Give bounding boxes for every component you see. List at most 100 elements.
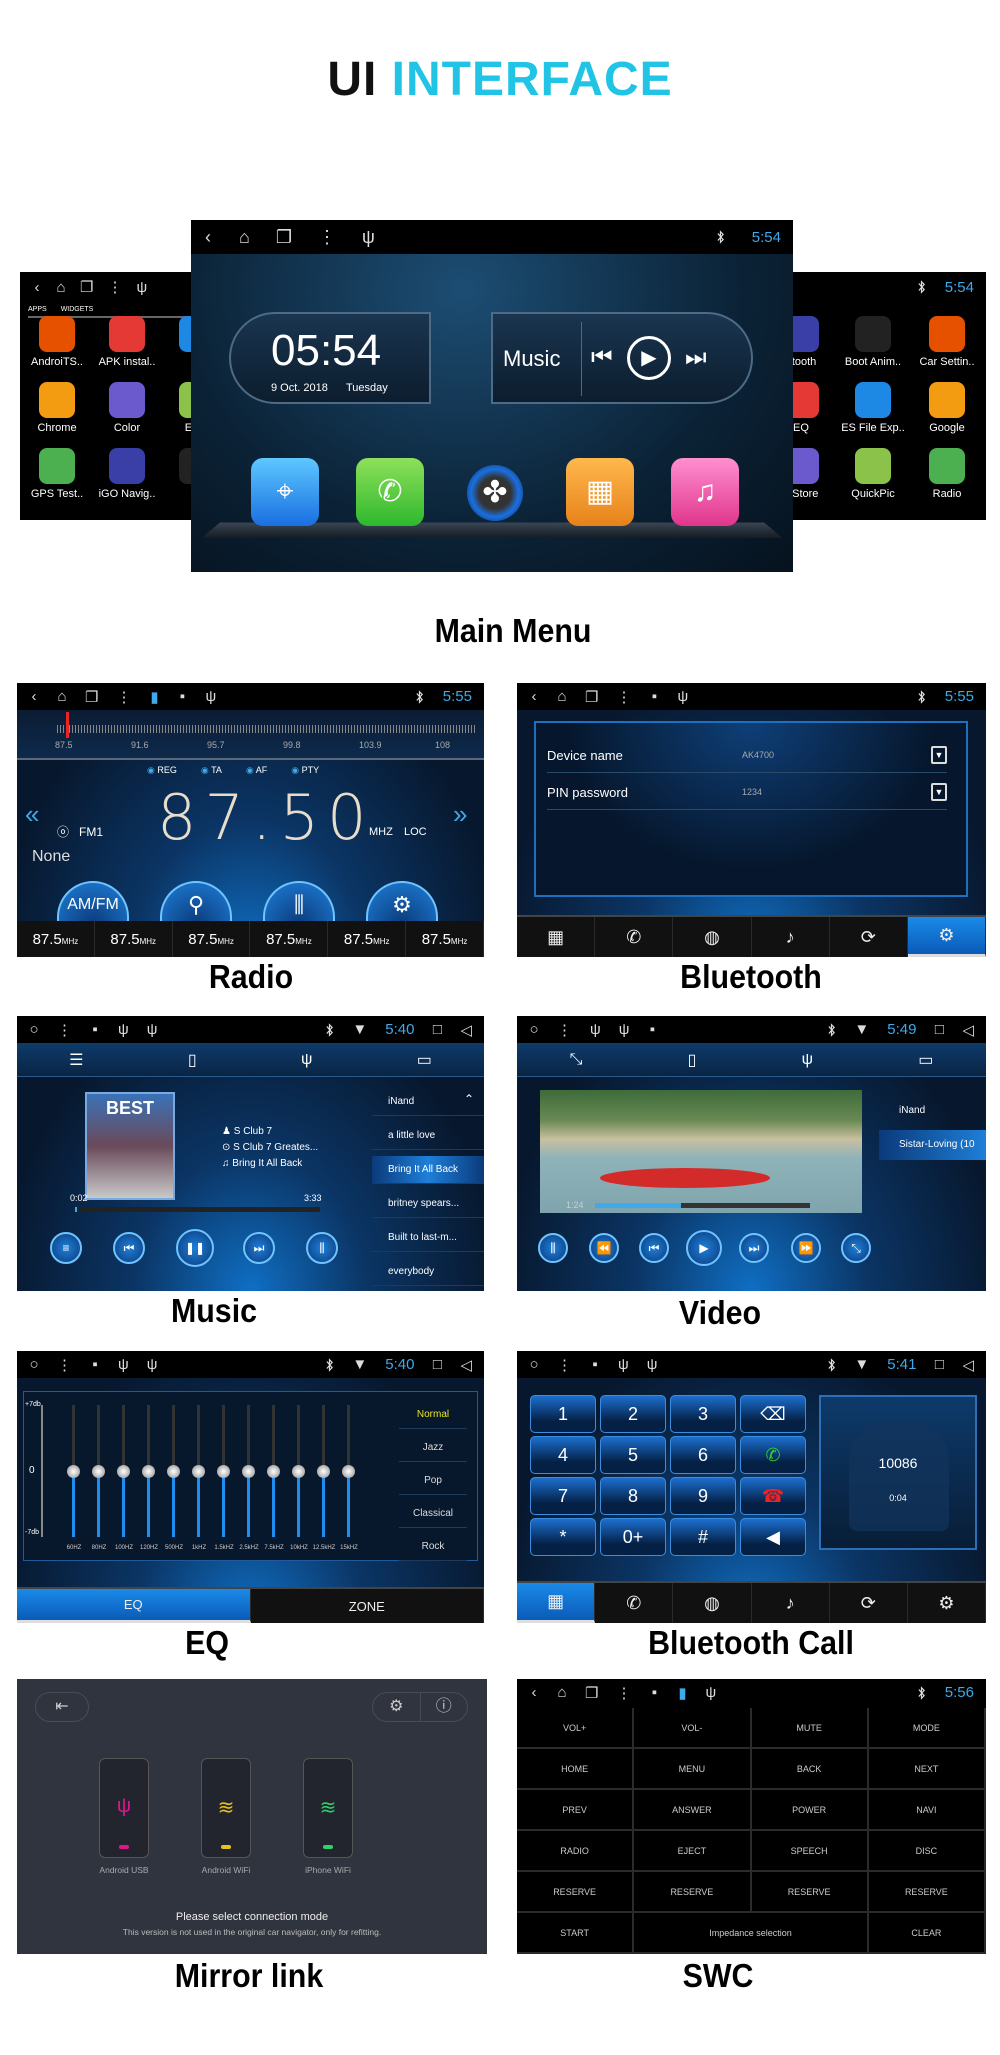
eq-slider-knob[interactable] bbox=[267, 1465, 280, 1478]
back-icon[interactable]: ‹ bbox=[203, 227, 213, 248]
seek-forward-icon[interactable]: » bbox=[453, 799, 467, 830]
music-widget[interactable]: Music ⏮ ▶ ⏭ bbox=[491, 312, 753, 404]
seek-back-icon[interactable]: « bbox=[25, 799, 39, 830]
home-icon[interactable]: ⌂ bbox=[557, 688, 567, 705]
video-progress[interactable] bbox=[595, 1203, 810, 1208]
tab-contacts[interactable]: ◍ bbox=[673, 917, 752, 957]
radio-button-icon[interactable]: ◉ bbox=[291, 765, 301, 775]
tab-contacts[interactable]: ◍ bbox=[673, 1583, 752, 1623]
preset-button[interactable]: 87.5 MHz bbox=[406, 921, 484, 957]
menu-icon[interactable]: ⋮ bbox=[107, 278, 122, 296]
collapse-icon[interactable]: ⌃ bbox=[464, 1092, 474, 1106]
swc-key-vol[interactable]: VOL+ bbox=[517, 1708, 635, 1749]
playlist-item[interactable]: iNand bbox=[879, 1096, 986, 1126]
previous-button[interactable]: ⏮ bbox=[113, 1232, 145, 1264]
swc-key-vol[interactable]: VOL- bbox=[634, 1708, 752, 1749]
menu-icon[interactable]: ⋮ bbox=[616, 688, 631, 706]
sd-card-icon[interactable]: ▪ bbox=[90, 1356, 100, 1373]
app-icon-item[interactable]: etooth bbox=[786, 316, 836, 368]
usb-icon[interactable]: ψ bbox=[802, 1051, 813, 1069]
eq-slider-knob[interactable] bbox=[217, 1465, 230, 1478]
settings-icon[interactable]: ⚙ bbox=[366, 881, 438, 925]
option-pty[interactable]: ◉ PTY bbox=[291, 765, 319, 776]
call-key[interactable]: ✆ bbox=[740, 1436, 806, 1474]
eq-preset-rock[interactable]: Rock bbox=[399, 1533, 467, 1561]
menu-icon[interactable]: ⋮ bbox=[116, 688, 131, 706]
home-icon[interactable]: ⌂ bbox=[56, 279, 66, 296]
monitor-icon[interactable]: ▭ bbox=[918, 1050, 933, 1070]
usb-icon[interactable]: ψ bbox=[705, 1684, 716, 1701]
menu-icon[interactable]: ⋮ bbox=[557, 1356, 572, 1374]
radio-app-icon[interactable]: ▦ bbox=[566, 458, 634, 526]
key-0+[interactable]: 0+ bbox=[600, 1518, 666, 1556]
home-icon[interactable]: ⌂ bbox=[57, 688, 67, 705]
back-icon[interactable]: ◁ bbox=[962, 1356, 974, 1374]
tab-widgets[interactable]: WIDGETS bbox=[61, 306, 94, 313]
recents-icon[interactable]: □ bbox=[934, 1021, 944, 1038]
app-icon-item[interactable]: APK instal.. bbox=[92, 316, 162, 368]
circle-icon[interactable]: ○ bbox=[529, 1356, 539, 1373]
progress-bar[interactable] bbox=[75, 1207, 320, 1212]
preset-button[interactable]: 87.5 MHz bbox=[95, 921, 173, 957]
frequency-scale[interactable]: 87.5 91.6 95.7 99.8 103.9 108 bbox=[17, 710, 484, 760]
eq-slider-knob[interactable] bbox=[142, 1465, 155, 1478]
back-icon[interactable]: ◁ bbox=[460, 1021, 472, 1039]
monitor-icon[interactable]: ▭ bbox=[417, 1050, 432, 1070]
preset-button[interactable]: 87.5 MHz bbox=[250, 921, 329, 957]
swc-key-reserve[interactable]: RESERVE bbox=[868, 1872, 986, 1913]
tab-settings[interactable]: ⚙ bbox=[907, 917, 986, 957]
equalizer-button[interactable]: ⫼ bbox=[538, 1233, 568, 1263]
sd-card-icon[interactable]: ▪ bbox=[647, 1021, 657, 1038]
radio-button-icon[interactable]: ◉ bbox=[246, 765, 256, 775]
sd-card-icon[interactable]: ▪ bbox=[590, 1356, 600, 1373]
back-icon[interactable]: ◁ bbox=[962, 1021, 974, 1039]
tab-dialpad[interactable]: ▦ bbox=[517, 1583, 596, 1623]
eq-slider-knob[interactable] bbox=[167, 1465, 180, 1478]
tab-music[interactable]: ♪ bbox=[752, 917, 830, 957]
usb-icon[interactable]: ψ bbox=[362, 227, 375, 248]
swc-key-menu[interactable]: MENU bbox=[634, 1749, 752, 1790]
eq-preset-classical[interactable]: Classical bbox=[399, 1500, 467, 1528]
usb-icon[interactable]: ψ bbox=[136, 279, 147, 296]
swc-key-clear[interactable]: CLEAR bbox=[868, 1913, 986, 1954]
recents-icon[interactable]: □ bbox=[432, 1021, 442, 1038]
key-#[interactable]: # bbox=[670, 1518, 736, 1556]
recents-icon[interactable]: ❐ bbox=[585, 688, 598, 706]
option-ta[interactable]: ◉ TA bbox=[201, 765, 222, 776]
sd-card-icon[interactable]: ▪ bbox=[90, 1021, 100, 1038]
tab-dialpad[interactable]: ▦ bbox=[517, 917, 596, 957]
usb-icon[interactable]: ψ bbox=[619, 1021, 630, 1038]
navigation-app-icon[interactable]: ⌖ bbox=[251, 458, 319, 526]
swc-key-speech[interactable]: SPEECH bbox=[751, 1831, 869, 1872]
usb-icon[interactable]: ψ bbox=[301, 1051, 312, 1069]
swc-key-impedance-selection[interactable]: Impedance selection bbox=[634, 1913, 869, 1954]
mode-iphone-wifi[interactable]: ≋ bbox=[303, 1758, 353, 1858]
menu-icon[interactable]: ⋮ bbox=[318, 227, 336, 248]
sd-card-icon[interactable]: ▪ bbox=[649, 688, 659, 705]
app-icon-item[interactable]: Google bbox=[912, 382, 982, 434]
play-button[interactable]: ▶ bbox=[686, 1230, 722, 1266]
recents-icon[interactable]: ❐ bbox=[80, 278, 93, 296]
key-1[interactable]: 1 bbox=[530, 1395, 596, 1433]
eq-preset-jazz[interactable]: Jazz bbox=[399, 1434, 467, 1462]
eq-preset-pop[interactable]: Pop bbox=[399, 1467, 467, 1495]
equalizer-button[interactable]: ⫼ bbox=[306, 1232, 338, 1264]
previous-icon[interactable]: ⏮ bbox=[591, 344, 613, 372]
menu-icon[interactable]: ⋮ bbox=[557, 1021, 572, 1039]
dropdown-button[interactable]: ▼ bbox=[931, 783, 947, 801]
backspace-key[interactable]: ⌫ bbox=[740, 1395, 806, 1433]
circle-icon[interactable]: ○ bbox=[529, 1021, 539, 1038]
tab-call-log[interactable]: ✆ bbox=[595, 1583, 674, 1623]
hangup-key[interactable]: ☎ bbox=[740, 1477, 806, 1515]
eq-preset-normal[interactable]: Normal bbox=[399, 1401, 467, 1429]
mode-android-usb[interactable]: ψ bbox=[99, 1758, 149, 1858]
option-af[interactable]: ◉ AF bbox=[246, 765, 267, 776]
preset-button[interactable]: 87.5 MHz bbox=[17, 921, 95, 957]
next-button[interactable]: ⏭ bbox=[739, 1233, 769, 1263]
usb-icon[interactable]: ψ bbox=[647, 1356, 658, 1373]
sd-card-icon[interactable]: ▪ bbox=[649, 1684, 659, 1701]
key-9[interactable]: 9 bbox=[670, 1477, 736, 1515]
swc-key-reserve[interactable]: RESERVE bbox=[634, 1872, 752, 1913]
swc-key-disc[interactable]: DISC bbox=[868, 1831, 986, 1872]
preset-button[interactable]: 87.5 MHz bbox=[328, 921, 407, 957]
